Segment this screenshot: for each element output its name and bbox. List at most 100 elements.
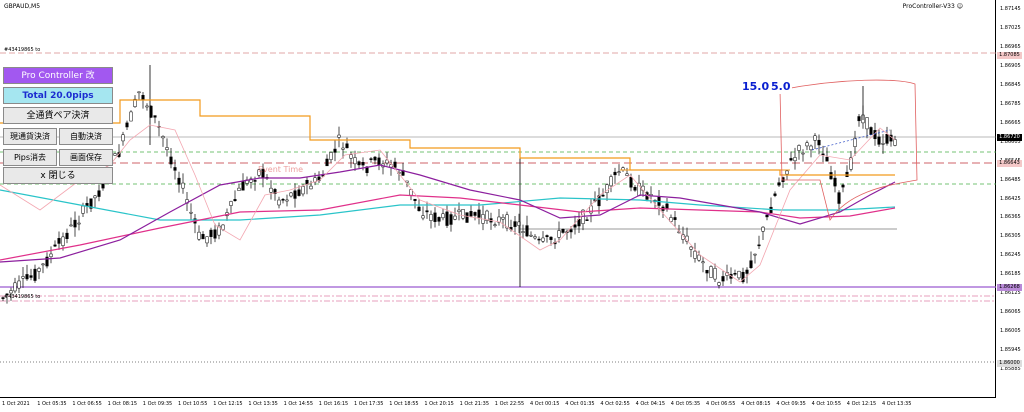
candle-body xyxy=(73,219,77,228)
candle-body xyxy=(9,290,13,294)
time-label: 4 Oct 00:15 xyxy=(530,401,560,407)
candle-body xyxy=(833,177,837,187)
candle-body xyxy=(829,172,833,180)
close-panel-button[interactable]: x 閉じる xyxy=(3,167,113,184)
candle-body xyxy=(793,157,797,162)
time-label: 1 Oct 21:35 xyxy=(459,401,490,407)
candle-body xyxy=(293,190,297,199)
price-label: 1.86305 xyxy=(1000,233,1021,240)
time-label: 4 Oct 02:55 xyxy=(600,401,630,407)
time-axis: 1 Oct 2021 1 Oct 05:35 1 Oct 06:55 1 Oct 08… xyxy=(0,398,996,412)
candle-body xyxy=(145,105,149,108)
price-label: 1.86665 xyxy=(1000,119,1021,126)
candle-body xyxy=(41,263,45,266)
panel-title-button[interactable]: Pro Controller 改 xyxy=(3,67,113,84)
time-label: 1 Oct 13:35 xyxy=(248,401,278,407)
candle-body xyxy=(281,199,285,201)
candle-body xyxy=(93,195,97,199)
candle-body xyxy=(757,244,761,247)
candle-body xyxy=(853,137,857,147)
candle-body xyxy=(569,229,573,233)
event-time-label: Event Time xyxy=(258,165,304,174)
price-level-box: 1.86720 xyxy=(997,134,1022,141)
candle-body xyxy=(693,250,697,259)
candle-body xyxy=(129,111,133,122)
candle-body xyxy=(269,187,273,193)
candle-body xyxy=(745,269,749,274)
candle-body xyxy=(529,234,533,237)
candle-body xyxy=(209,229,213,237)
candle-body xyxy=(525,225,529,237)
candle-body xyxy=(841,184,845,188)
candle-body xyxy=(285,199,289,202)
price-label: 1.86125 xyxy=(1000,290,1021,297)
candle-body xyxy=(613,171,617,176)
candle-body xyxy=(121,134,125,142)
candle-body xyxy=(337,134,341,138)
pips-delete-button[interactable]: Pips消去 xyxy=(3,149,57,166)
price-level-box: 1.87085 xyxy=(997,52,1022,59)
chart-area[interactable]: GBPAUD,M5 ProController-V33 ☺ #43419865 … xyxy=(0,0,996,398)
screen-save-button[interactable]: 画面保存 xyxy=(59,149,113,166)
candle-body xyxy=(577,219,581,227)
candle-body xyxy=(353,157,357,165)
candle-body xyxy=(421,215,425,219)
account-line-label: #43419865 to xyxy=(4,47,41,53)
candle-body xyxy=(733,273,737,275)
candle-body xyxy=(689,246,693,250)
price-label: 1.86425 xyxy=(1000,195,1021,202)
candle-body xyxy=(453,215,457,220)
candle-body xyxy=(513,221,517,227)
candle-body xyxy=(165,147,169,151)
price-chart[interactable] xyxy=(0,0,996,398)
candle-body xyxy=(713,268,717,280)
price-label: 1.87145 xyxy=(1000,6,1021,12)
time-label: 4 Oct 13:35 xyxy=(882,401,912,407)
candle-body xyxy=(721,276,725,282)
ea-name-text: ProController-V33 xyxy=(902,3,955,10)
candle-body xyxy=(437,217,441,222)
price-label: 1.87025 xyxy=(1000,24,1021,31)
time-label: 4 Oct 10:55 xyxy=(811,401,842,407)
candle-body xyxy=(737,270,741,279)
candle-body xyxy=(417,206,421,212)
candle-body xyxy=(325,158,329,167)
candle-body xyxy=(457,209,461,212)
candle-body xyxy=(449,214,453,225)
time-label: 1 Oct 10:55 xyxy=(178,401,208,407)
candle-body xyxy=(665,203,669,209)
candle-body xyxy=(545,235,549,238)
candle-body xyxy=(701,261,705,264)
auto-close-button[interactable]: 自動決済 xyxy=(59,128,113,145)
candle-body xyxy=(761,226,765,232)
candle-body xyxy=(537,238,541,241)
candle-body xyxy=(277,199,281,206)
price-level-box: 1.86643 xyxy=(997,160,1022,167)
candle-body xyxy=(765,214,769,218)
time-label: 1 Oct 05:35 xyxy=(37,401,67,407)
close-all-pairs-button[interactable]: 全通貨ペア決済 xyxy=(3,107,113,124)
candle-body xyxy=(333,148,337,153)
close-current-pair-button[interactable]: 現通貨決済 xyxy=(3,128,57,145)
candle-body xyxy=(801,152,805,155)
candle-body xyxy=(549,236,553,240)
candle-body xyxy=(601,194,605,197)
candle-body xyxy=(869,127,873,135)
pips-marker-a[interactable]: 15.0 xyxy=(741,80,771,94)
time-label: 4 Oct 06:55 xyxy=(706,401,736,407)
candle-body xyxy=(433,212,437,222)
candle-body xyxy=(749,260,753,268)
price-level-box: 1.86268 xyxy=(997,284,1022,291)
candle-body xyxy=(341,147,345,150)
price-label: 1.86905 xyxy=(1000,62,1021,69)
time-label: 1 Oct 06:55 xyxy=(72,401,102,407)
candle-body xyxy=(617,171,621,173)
candle-body xyxy=(785,170,789,175)
time-label: 1 Oct 14:55 xyxy=(283,401,314,407)
candle-body xyxy=(413,198,417,201)
candle-body xyxy=(865,117,869,130)
time-label: 4 Oct 12:15 xyxy=(846,401,877,407)
ea-name-label: ProController-V33 ☺ xyxy=(903,3,963,10)
candle-body xyxy=(445,211,449,226)
pips-marker-b[interactable]: 5.0 xyxy=(770,80,792,94)
